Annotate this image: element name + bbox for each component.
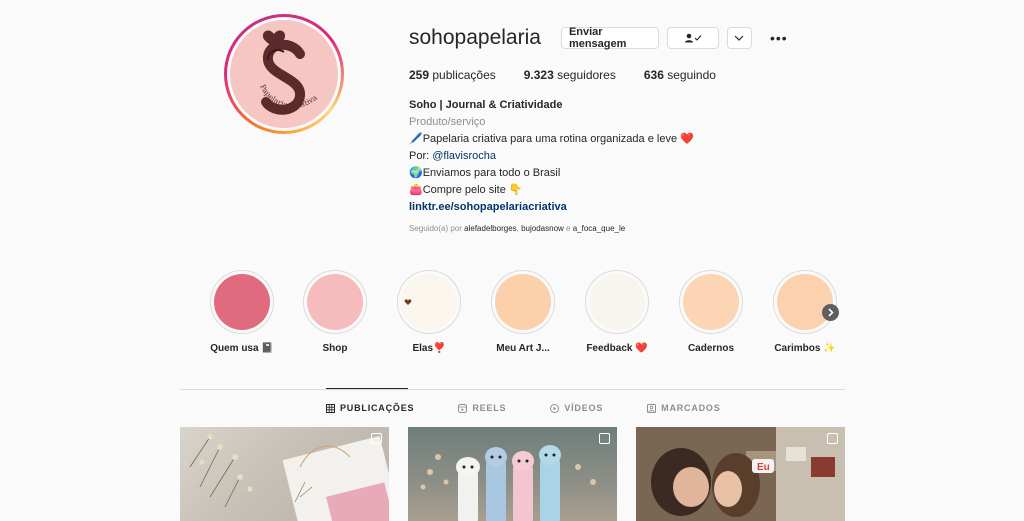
highlight-cadernos[interactable]: Cadernos (679, 270, 743, 354)
highlight-cover (589, 274, 645, 330)
tab-reels[interactable]: REELS (458, 403, 506, 413)
bio-line-2: Por: @flavisrocha (409, 148, 694, 165)
tab-marcados[interactable]: MARCADOS (647, 403, 720, 413)
profile-header: sohopapelaria Enviar mensagem ••• (409, 26, 788, 50)
grid-icon (326, 403, 335, 413)
followers-count-label: seguidores (557, 68, 616, 82)
reels-icon (458, 403, 468, 413)
person-check-icon (684, 33, 702, 43)
tabs-divider (180, 389, 845, 390)
bio-line-4: 👛Compre pelo site 👇 (409, 184, 523, 196)
chevron-down-icon (735, 35, 744, 41)
profile-display-name: Soho | Journal & Criatividade (409, 99, 563, 111)
profile-tabs: PUBLICAÇÕES REELS VÍDEOS MARCADOS (326, 403, 765, 413)
bio-line-1: 🖊️Papelaria criativa para uma rotina org… (409, 133, 694, 145)
story-highlights: Quem usa 📓 Shop Elas❣️ Meu Art J... Feed… (210, 270, 850, 360)
highlight-label: Shop (322, 343, 348, 354)
highlight-cover (683, 274, 739, 330)
highlight-label: Feedback ❤️ (586, 343, 648, 354)
highlights-next-button[interactable] (822, 304, 839, 321)
carousel-icon (599, 433, 610, 444)
highlight-feedback[interactable]: Feedback ❤️ (585, 270, 649, 354)
chevron-right-icon (828, 308, 834, 317)
following-count-label: seguindo (667, 68, 716, 82)
followers-link[interactable]: 9.323 seguidores (524, 68, 616, 82)
highlight-cover (214, 274, 270, 330)
highlight-cover (777, 274, 833, 330)
followed-by-user: a_foca_que_le (572, 224, 626, 233)
post-thumbnail-3[interactable]: Eu (636, 427, 845, 521)
highlight-cover (495, 274, 551, 330)
following-link[interactable]: 636 seguindo (644, 68, 716, 82)
profile-username: sohopapelaria (409, 26, 541, 49)
profile-avatar[interactable]: Papelaria Criativa (224, 14, 344, 134)
highlight-cover (307, 274, 363, 330)
highlight-cover (401, 274, 457, 330)
posts-count-label: publicações (432, 68, 496, 82)
carousel-icon (371, 433, 382, 444)
post-badge-text: Eu (757, 462, 770, 473)
highlight-label: Elas❣️ (412, 343, 446, 354)
soho-logo-icon: Papelaria Criativa (258, 30, 319, 115)
highlight-label: Carimbos ✨ (774, 343, 836, 354)
bio-line-3: 🌍Enviamos para todo o Brasil (409, 167, 561, 179)
tab-label: REELS (472, 403, 507, 413)
send-message-button[interactable]: Enviar mensagem (560, 26, 659, 50)
profile-stats: 259 publicações 9.323 seguidores 636 seg… (409, 68, 744, 82)
followed-by-prefix: Seguido(a) por (409, 224, 465, 233)
post-thumbnail-1[interactable] (180, 427, 389, 521)
following-button[interactable] (666, 27, 719, 49)
following-count-value: 636 (643, 68, 664, 82)
bio-line-2-prefix: Por: (409, 150, 433, 162)
post-image (420, 445, 596, 521)
profile-bio: Soho | Journal & Criatividade Produto/se… (409, 97, 694, 216)
highlight-label: Meu Art J... (496, 343, 550, 354)
highlight-label: Quem usa 📓 (210, 343, 274, 354)
posts-count: 259 publicações (409, 68, 496, 82)
post-image (189, 434, 389, 521)
highlight-elas[interactable]: Elas❣️ (397, 270, 461, 354)
followed-by-separator: e (563, 224, 573, 233)
tab-label: PUBLICAÇÕES (340, 403, 415, 413)
highlight-meu-art-journal[interactable]: Meu Art J... (491, 270, 555, 354)
play-icon (550, 403, 560, 413)
posts-count-value: 259 (409, 68, 430, 82)
post-thumbnail-2[interactable] (408, 427, 617, 521)
highlight-shop[interactable]: Shop (303, 270, 367, 354)
carousel-icon (827, 433, 838, 444)
followed-by-user: alefadelborges (464, 224, 517, 233)
tab-label: MARCADOS (661, 403, 721, 413)
active-tab-indicator (326, 388, 408, 389)
more-options-icon[interactable]: ••• (770, 30, 788, 46)
highlight-label: Cadernos (687, 343, 735, 354)
tab-publicacoes[interactable]: PUBLICAÇÕES (326, 403, 414, 413)
heart-icon (404, 299, 412, 305)
avatar-logo: Papelaria Criativa (230, 20, 338, 128)
bio-mention-link[interactable]: @flavisrocha (432, 150, 496, 162)
post-image: Eu (636, 427, 845, 521)
suggestions-dropdown-button[interactable] (726, 27, 752, 49)
tab-videos[interactable]: VÍDEOS (550, 403, 603, 413)
tag-icon (647, 403, 657, 413)
followed-by-user: bujodasnow (521, 224, 564, 233)
tab-label: VÍDEOS (564, 403, 604, 413)
bio-website-link[interactable]: linktr.ee/sohopapelariacriativa (409, 199, 694, 216)
followed-by[interactable]: Seguido(a) por alefadelborges, bujodasno… (409, 224, 625, 233)
followers-count-value: 9.323 (523, 68, 554, 82)
highlight-quem-usa[interactable]: Quem usa 📓 (210, 270, 274, 354)
profile-category: Produto/serviço (409, 116, 486, 128)
